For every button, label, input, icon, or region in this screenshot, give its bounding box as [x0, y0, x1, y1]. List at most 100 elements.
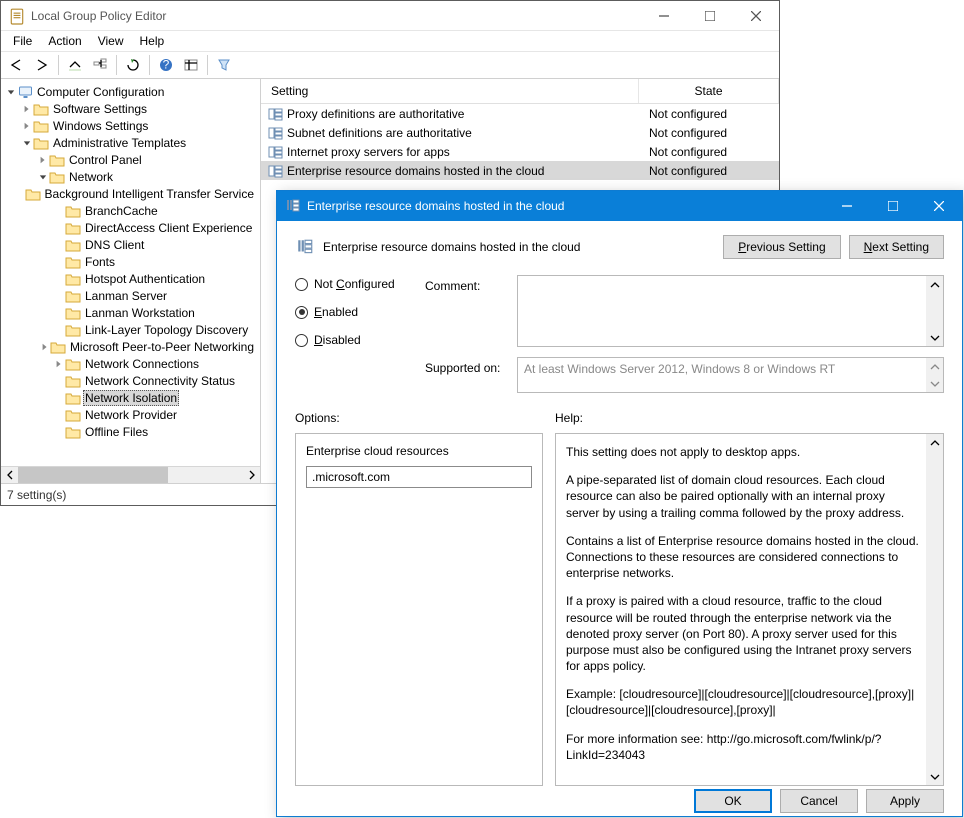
list-row[interactable]: Internet proxy servers for apps Not conf…	[261, 142, 779, 161]
radio-disabled[interactable]: Disabled	[295, 333, 425, 347]
scroll-down-button[interactable]	[926, 329, 943, 346]
radio-enabled[interactable]: Enabled	[295, 305, 425, 319]
enterprise-cloud-resources-input[interactable]	[306, 466, 532, 488]
tree-item-windows[interactable]: Windows Settings	[1, 117, 260, 134]
list-row[interactable]: Enterprise resource domains hosted in th…	[261, 161, 779, 180]
radio-icon	[295, 306, 308, 319]
dialog-header-text: Enterprise resource domains hosted in th…	[323, 240, 715, 254]
chevron-right-icon[interactable]	[21, 105, 33, 113]
dialog-titlebar[interactable]: Enterprise resource domains hosted in th…	[277, 191, 962, 221]
scroll-up-button[interactable]	[926, 434, 943, 451]
show-tree-button[interactable]	[88, 53, 112, 77]
setting-name: Proxy definitions are authoritative	[287, 107, 464, 121]
window-title: Local Group Policy Editor	[31, 9, 641, 23]
chevron-right-icon[interactable]	[21, 122, 33, 130]
help-text: This setting does not apply to desktop a…	[566, 444, 919, 460]
tree-item[interactable]: Lanman Workstation	[1, 304, 260, 321]
tree-item[interactable]: Microsoft Peer-to-Peer Networking	[1, 338, 260, 355]
tree-item[interactable]: Fonts	[1, 253, 260, 270]
tree-item[interactable]: Link-Layer Topology Discovery	[1, 321, 260, 338]
dialog-close-button[interactable]	[916, 191, 962, 221]
help-box: This setting does not apply to desktop a…	[555, 433, 944, 786]
horizontal-scrollbar[interactable]	[1, 466, 260, 483]
ok-button[interactable]: OK	[694, 789, 772, 813]
tree-item-software[interactable]: Software Settings	[1, 100, 260, 117]
apply-button[interactable]: Apply	[866, 789, 944, 813]
cancel-button[interactable]: Cancel	[780, 789, 858, 813]
folder-icon	[49, 170, 65, 184]
tree-panel: Computer Configuration Software Settings…	[1, 79, 261, 483]
tree-item-admin-templates[interactable]: Administrative Templates	[1, 134, 260, 151]
dialog-maximize-button[interactable]	[870, 191, 916, 221]
menu-view[interactable]: View	[90, 32, 132, 50]
column-header-state[interactable]: State	[639, 79, 779, 103]
filter-button[interactable]	[212, 53, 236, 77]
refresh-button[interactable]	[121, 53, 145, 77]
chevron-down-icon[interactable]	[37, 173, 49, 181]
policy-icon	[295, 238, 315, 256]
folder-icon	[50, 340, 66, 354]
previous-setting-button[interactable]: Previous Setting	[723, 235, 840, 259]
list-view-button[interactable]	[179, 53, 203, 77]
next-setting-button[interactable]: Next Setting	[849, 235, 944, 259]
tree-item[interactable]: Hotspot Authentication	[1, 270, 260, 287]
help-text: A pipe-separated list of domain cloud re…	[566, 472, 919, 521]
help-button[interactable]	[154, 53, 178, 77]
tree-item-network[interactable]: Network	[1, 168, 260, 185]
radio-icon	[295, 334, 308, 347]
tree-item[interactable]: Lanman Server	[1, 287, 260, 304]
scroll-up-button[interactable]	[926, 276, 943, 293]
tree-item[interactable]: Offline Files	[1, 423, 260, 440]
folder-icon	[65, 221, 81, 235]
chevron-right-icon[interactable]	[37, 156, 49, 164]
scrollbar-track[interactable]	[18, 467, 243, 484]
radio-not-configured[interactable]: Not Configured	[295, 277, 425, 291]
chevron-right-icon[interactable]	[53, 360, 65, 368]
dialog-minimize-button[interactable]	[824, 191, 870, 221]
tree-item[interactable]: Network Connections	[1, 355, 260, 372]
tree-item-control-panel[interactable]: Control Panel	[1, 151, 260, 168]
scrollbar[interactable]	[926, 434, 943, 785]
setting-state: Not configured	[639, 164, 779, 178]
close-button[interactable]	[733, 1, 779, 31]
scroll-down-button[interactable]	[926, 768, 943, 785]
tree-item[interactable]: DNS Client	[1, 236, 260, 253]
folder-icon	[49, 153, 65, 167]
dialog-title: Enterprise resource domains hosted in th…	[307, 199, 824, 213]
scroll-right-button[interactable]	[243, 467, 260, 484]
menu-action[interactable]: Action	[40, 32, 89, 50]
setting-state: Not configured	[639, 126, 779, 140]
tree-item-computer-config[interactable]: Computer Configuration	[1, 83, 260, 100]
minimize-button[interactable]	[641, 1, 687, 31]
tree-item-network-isolation[interactable]: Network Isolation	[1, 389, 260, 406]
nav-back-button[interactable]	[5, 53, 29, 77]
comment-textbox[interactable]	[517, 275, 944, 347]
scroll-down-button[interactable]	[926, 375, 943, 392]
chevron-down-icon[interactable]	[5, 88, 17, 96]
maximize-button[interactable]	[687, 1, 733, 31]
list-row[interactable]: Proxy definitions are authoritative Not …	[261, 104, 779, 123]
toolbar-separator	[149, 55, 150, 75]
tree-item[interactable]: DirectAccess Client Experience	[1, 219, 260, 236]
column-header-setting[interactable]: Setting	[261, 79, 639, 103]
folder-icon	[65, 425, 81, 439]
tree-item[interactable]: BranchCache	[1, 202, 260, 219]
up-folder-button[interactable]	[63, 53, 87, 77]
chevron-right-icon[interactable]	[41, 343, 50, 351]
folder-icon	[65, 374, 81, 388]
folder-icon	[65, 289, 81, 303]
tree-item[interactable]: Background Intelligent Transfer Service	[1, 185, 260, 202]
folder-icon	[65, 391, 81, 405]
tree-item[interactable]: Network Provider	[1, 406, 260, 423]
menu-help[interactable]: Help	[132, 32, 173, 50]
help-label: Help:	[555, 411, 944, 425]
titlebar[interactable]: Local Group Policy Editor	[1, 1, 779, 31]
menu-file[interactable]: File	[5, 32, 40, 50]
chevron-down-icon[interactable]	[21, 139, 33, 147]
scroll-up-button[interactable]	[926, 358, 943, 375]
scrollbar-thumb[interactable]	[18, 467, 168, 484]
list-row[interactable]: Subnet definitions are authoritative Not…	[261, 123, 779, 142]
tree-item[interactable]: Network Connectivity Status	[1, 372, 260, 389]
nav-forward-button[interactable]	[30, 53, 54, 77]
scroll-left-button[interactable]	[1, 467, 18, 484]
